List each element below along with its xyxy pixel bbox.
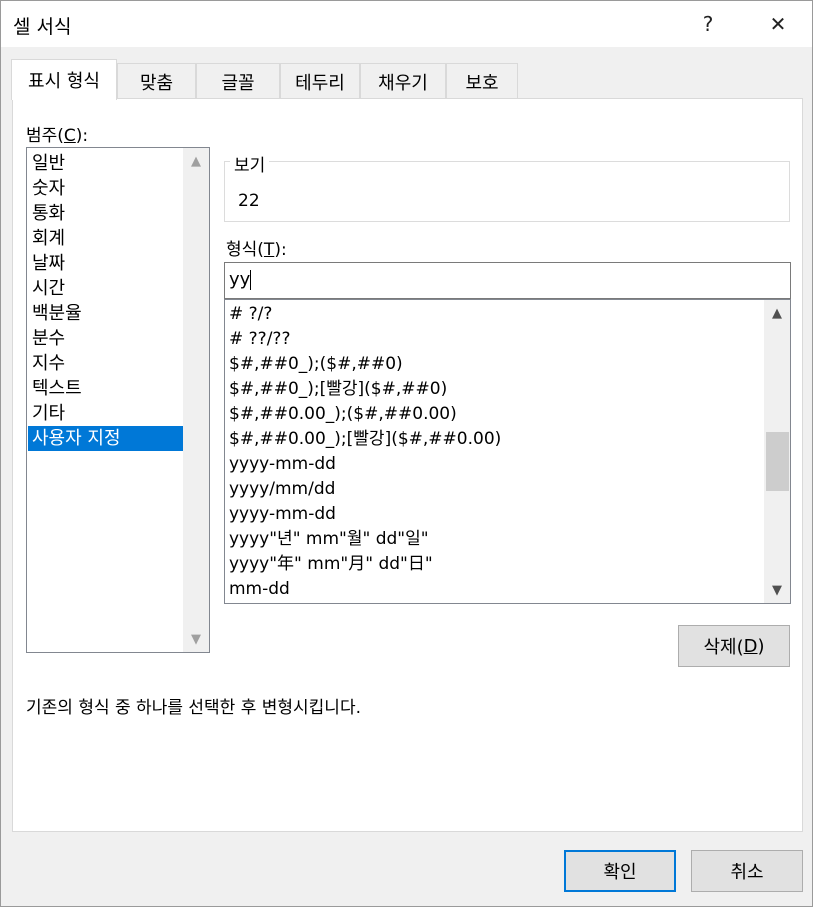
category-label: 범주(C): xyxy=(26,126,89,146)
chevron-up-icon[interactable]: ▲ xyxy=(183,148,209,174)
list-item[interactable]: 일반 xyxy=(28,151,183,176)
list-item[interactable]: 백분율 xyxy=(28,301,183,326)
list-item[interactable]: $#,##0_);[빨강]($#,##0) xyxy=(225,377,755,402)
list-item[interactable]: 숫자 xyxy=(28,176,183,201)
tab-border[interactable]: 테두리 xyxy=(280,63,360,99)
text-caret xyxy=(250,270,252,290)
description-text: 기존의 형식 중 하나를 선택한 후 변형시킵니다. xyxy=(26,698,361,718)
format-list[interactable]: # ?/? # ??/?? $#,##0_);($#,##0) $#,##0_)… xyxy=(224,299,791,604)
tab-alignment[interactable]: 맞춤 xyxy=(117,63,196,99)
scrollbar-thumb[interactable] xyxy=(766,432,789,491)
format-label: 형식(T): xyxy=(226,240,287,260)
list-item[interactable]: yyyy/mm/dd xyxy=(225,477,755,502)
list-item[interactable]: 통화 xyxy=(28,201,183,226)
list-item[interactable]: $#,##0.00_);($#,##0.00) xyxy=(225,402,755,427)
list-item[interactable]: $#,##0.00_);[빨강]($#,##0.00) xyxy=(225,427,755,452)
list-item[interactable]: yyyy-mm-dd xyxy=(225,452,755,477)
list-item[interactable]: yyyy-mm-dd xyxy=(225,502,755,527)
chevron-down-icon[interactable]: ▼ xyxy=(183,626,209,652)
list-item[interactable]: 날짜 xyxy=(28,251,183,276)
preview-group xyxy=(224,161,790,222)
list-item[interactable]: # ??/?? xyxy=(225,327,755,352)
list-item[interactable]: 분수 xyxy=(28,326,183,351)
list-item-selected[interactable]: 사용자 지정 xyxy=(28,426,183,451)
number-tab-panel: 범주(C): 일반 숫자 통화 회계 날짜 시간 백분율 분수 지수 텍스트 기… xyxy=(12,98,803,832)
list-item[interactable]: 텍스트 xyxy=(28,376,183,401)
format-input[interactable]: yy xyxy=(224,262,791,299)
list-item[interactable]: $#,##0_);($#,##0) xyxy=(225,352,755,377)
list-item[interactable]: 시간 xyxy=(28,276,183,301)
tab-font[interactable]: 글꼴 xyxy=(196,63,280,99)
preview-value: 22 xyxy=(238,191,260,211)
list-item[interactable]: yyyy"년" mm"월" dd"일" xyxy=(225,527,755,552)
format-cells-dialog: 셀 서식 ? ✕ 표시 형식 맞춤 글꼴 테두리 채우기 보호 범주(C): 일… xyxy=(0,0,813,907)
category-scrollbar[interactable]: ▲ ▼ xyxy=(183,148,209,652)
help-button[interactable]: ? xyxy=(685,1,731,47)
tab-fill[interactable]: 채우기 xyxy=(360,63,446,99)
close-icon[interactable]: ✕ xyxy=(755,1,801,47)
list-item[interactable]: 회계 xyxy=(28,226,183,251)
chevron-down-icon[interactable]: ▼ xyxy=(764,577,790,603)
category-list[interactable]: 일반 숫자 통화 회계 날짜 시간 백분율 분수 지수 텍스트 기타 사용자 지… xyxy=(26,147,210,653)
cancel-button[interactable]: 취소 xyxy=(691,850,803,892)
tab-number[interactable]: 표시 형식 xyxy=(11,59,117,100)
list-item[interactable]: 지수 xyxy=(28,351,183,376)
title-bar: 셀 서식 ? ✕ xyxy=(1,1,812,47)
list-item[interactable]: mm-dd xyxy=(225,577,755,602)
ok-button[interactable]: 확인 xyxy=(564,850,676,892)
list-item[interactable]: 기타 xyxy=(28,401,183,426)
format-scrollbar[interactable]: ▲ ▼ xyxy=(764,300,790,603)
list-item[interactable]: yyyy"年" mm"月" dd"日" xyxy=(225,552,755,577)
chevron-up-icon[interactable]: ▲ xyxy=(764,300,790,326)
preview-label: 보기 xyxy=(230,151,270,176)
dialog-title: 셀 서식 xyxy=(13,16,72,38)
delete-button[interactable]: 삭제(D) xyxy=(678,625,790,667)
tab-protection[interactable]: 보호 xyxy=(446,63,518,99)
list-item[interactable]: # ?/? xyxy=(225,302,755,327)
